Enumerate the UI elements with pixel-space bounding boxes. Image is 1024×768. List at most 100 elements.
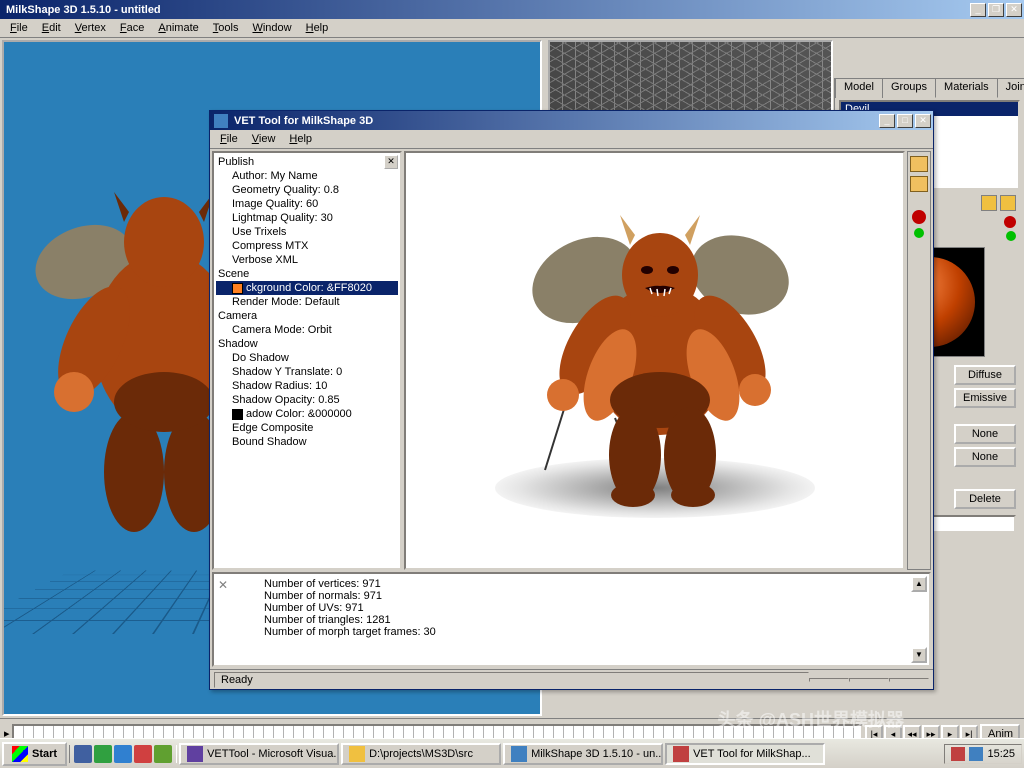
tree-item-cammode[interactable]: Camera Mode: Orbit (216, 323, 398, 337)
task-vettool-vs[interactable]: VETTool - Microsoft Visua... (179, 743, 339, 765)
record-icon[interactable] (1004, 216, 1016, 228)
ql-icon-3[interactable] (114, 745, 132, 763)
tree-close-button[interactable]: ✕ (384, 155, 398, 169)
tab-materials[interactable]: Materials (935, 78, 998, 98)
tray-clock[interactable]: 15:25 (987, 748, 1015, 760)
vet-menu-view[interactable]: View (246, 131, 282, 147)
minimize-button[interactable]: _ (970, 3, 986, 17)
tree-item-edge[interactable]: Edge Composite (216, 421, 398, 435)
diffuse-button[interactable]: Diffuse (954, 365, 1016, 385)
tree-item-radius[interactable]: Shadow Radius: 10 (216, 379, 398, 393)
tree-item-lightmap[interactable]: Lightmap Quality: 30 (216, 211, 398, 225)
tree-camera[interactable]: Camera (216, 309, 398, 323)
folder-open-icon[interactable] (910, 156, 928, 172)
output-line-1: Number of normals: 971 (264, 590, 879, 602)
tree-item-label: Shadow Y Translate: 0 (232, 366, 342, 378)
output-line-4: Number of morph target frames: 30 (264, 626, 879, 638)
main-titlebar: MilkShape 3D 1.5.10 - untitled _ ❐ ✕ (0, 0, 1024, 19)
tree-item-bgcolor[interactable]: ckground Color: &FF8020 (216, 281, 398, 295)
ql-icon-4[interactable] (134, 745, 152, 763)
output-grip-icon[interactable]: ✕ (218, 578, 228, 592)
vet-output-log[interactable]: ✕ ▲ ▼ Number of vertices: 971Number of n… (212, 572, 931, 667)
tree-publish[interactable]: Publish (216, 155, 398, 169)
tree-item-label: Image Quality: 60 (232, 198, 318, 210)
close-button[interactable]: ✕ (1006, 3, 1022, 17)
start-label: Start (32, 748, 57, 760)
texture-none-button-1[interactable]: None (954, 424, 1016, 444)
vet-menubar: FileViewHelp (210, 130, 933, 149)
scroll-up-button[interactable]: ▲ (911, 576, 927, 592)
maximize-button[interactable]: ❐ (988, 3, 1004, 17)
vet-title: VET Tool for MilkShape 3D (230, 115, 879, 127)
tray-icon-2[interactable] (969, 747, 983, 761)
tree-scene[interactable]: Scene (216, 267, 398, 281)
menu-window[interactable]: Window (246, 20, 297, 36)
vet-menu-help[interactable]: Help (283, 131, 318, 147)
folder-save-icon[interactable] (910, 176, 928, 192)
tab-groups[interactable]: Groups (882, 78, 936, 98)
menu-file[interactable]: File (4, 20, 34, 36)
panel-tabs: ModelGroupsMaterialsJoints (835, 78, 1024, 98)
swatch-icon (232, 409, 243, 420)
task-icon (511, 746, 527, 762)
tree-item-render[interactable]: Render Mode: Default (216, 295, 398, 309)
ql-icon-1[interactable] (74, 745, 92, 763)
open-texture-icon[interactable] (981, 195, 997, 211)
vet-tool-window: VET Tool for MilkShape 3D _ □ ✕ FileView… (209, 110, 934, 690)
taskbar: Start VETTool - Microsoft Visua...D:\pro… (0, 738, 1024, 768)
menu-edit[interactable]: Edit (36, 20, 67, 36)
texture-none-button-2[interactable]: None (954, 447, 1016, 467)
tree-item-verbose[interactable]: Verbose XML (216, 253, 398, 267)
windows-logo-icon (12, 746, 28, 762)
start-button[interactable]: Start (2, 742, 67, 766)
open-texture-icon-2[interactable] (1000, 195, 1016, 211)
tree-item-label: adow Color: &000000 (246, 408, 352, 420)
ql-icon-5[interactable] (154, 745, 172, 763)
play-icon[interactable] (914, 228, 924, 238)
tree-item-label: Edge Composite (232, 422, 313, 434)
swatch-icon (232, 283, 243, 294)
tree-item-author[interactable]: Author: My Name (216, 169, 398, 183)
tree-item-doshadow[interactable]: Do Shadow (216, 351, 398, 365)
vet-menu-file[interactable]: File (214, 131, 244, 147)
tree-item-opacity[interactable]: Shadow Opacity: 0.85 (216, 393, 398, 407)
tree-item-compress[interactable]: Compress MTX (216, 239, 398, 253)
tab-joints[interactable]: Joints (997, 78, 1024, 98)
tab-model[interactable]: Model (835, 78, 883, 98)
menu-animate[interactable]: Animate (152, 20, 204, 36)
task-milkshape[interactable]: MilkShape 3D 1.5.10 - un... (503, 743, 663, 765)
menu-face[interactable]: Face (114, 20, 150, 36)
emissive-button[interactable]: Emissive (954, 388, 1016, 408)
tree-item-label: Geometry Quality: 0.8 (232, 184, 339, 196)
task-vettool[interactable]: VET Tool for MilkShap... (665, 743, 825, 765)
vet-preview[interactable] (404, 151, 905, 570)
tree-item-trixels[interactable]: Use Trixels (216, 225, 398, 239)
vet-close-button[interactable]: ✕ (915, 114, 931, 128)
tree-shadow[interactable]: Shadow (216, 337, 398, 351)
vet-minimize-button[interactable]: _ (879, 114, 895, 128)
main-menubar: FileEditVertexFaceAnimateToolsWindowHelp (0, 19, 1024, 38)
menu-vertex[interactable]: Vertex (69, 20, 112, 36)
tree-item-label: ckground Color: &FF8020 (246, 282, 372, 294)
task-icon (349, 746, 365, 762)
menu-tools[interactable]: Tools (207, 20, 245, 36)
model-render (485, 170, 825, 510)
menu-help[interactable]: Help (300, 20, 335, 36)
task-explorer[interactable]: D:\projects\MS3D\src (341, 743, 501, 765)
vet-titlebar[interactable]: VET Tool for MilkShape 3D _ □ ✕ (210, 111, 933, 130)
record-icon[interactable] (912, 210, 926, 224)
system-tray: 15:25 (944, 744, 1022, 764)
tree-item-geom[interactable]: Geometry Quality: 0.8 (216, 183, 398, 197)
tree-item-shcolor[interactable]: adow Color: &000000 (216, 407, 398, 421)
tree-item-imgq[interactable]: Image Quality: 60 (216, 197, 398, 211)
ql-icon-2[interactable] (94, 745, 112, 763)
tree-item-ytrans[interactable]: Shadow Y Translate: 0 (216, 365, 398, 379)
vet-property-tree[interactable]: ✕ PublishAuthor: My NameGeometry Quality… (212, 151, 402, 570)
vet-statusbar: Ready (210, 669, 933, 689)
scroll-down-button[interactable]: ▼ (911, 647, 927, 663)
delete-button[interactable]: Delete (954, 489, 1016, 509)
vet-maximize-button[interactable]: □ (897, 114, 913, 128)
tree-item-bound[interactable]: Bound Shadow (216, 435, 398, 449)
tray-icon-1[interactable] (951, 747, 965, 761)
active-icon[interactable] (1006, 231, 1016, 241)
